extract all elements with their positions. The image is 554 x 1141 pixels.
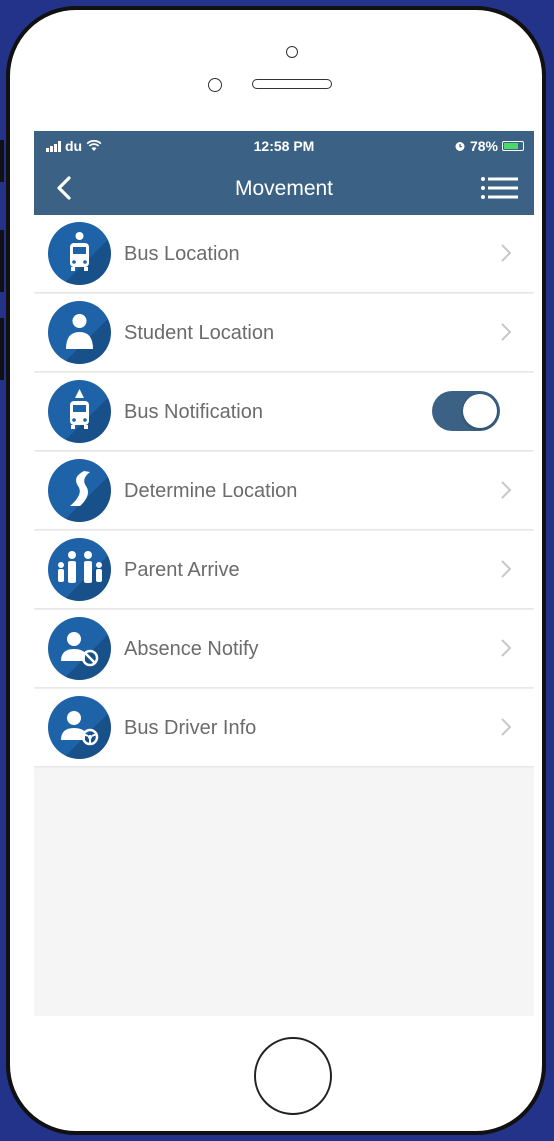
family-icon [48,538,111,601]
bus-alert-icon [48,380,111,443]
chevron-right-icon [501,244,512,262]
road-icon [48,459,111,522]
battery-percent: 78% [469,138,498,154]
menu-item-label: Student Location [124,322,275,344]
bus-notification-toggle[interactable] [432,391,500,431]
menu-item-label: Bus Driver Info [124,717,257,739]
menu-item-student-location[interactable]: Student Location [34,294,534,371]
movement-menu-list: Bus Location Student Location Bus Notifi… [34,215,534,768]
home-button[interactable] [254,1037,332,1115]
chevron-right-icon [501,323,512,341]
status-bar: du 12:58 PM 78% [34,131,534,161]
volume-up-button [0,230,4,292]
chevron-right-icon [501,481,512,499]
navigation-bar: Movement [34,161,534,215]
menu-item-label: Bus Notification [124,401,263,423]
menu-item-label: Parent Arrive [124,559,240,581]
app-screen: du 12:58 PM 78% Movement Bus Location St… [34,131,534,1016]
mute-switch [0,140,4,182]
proximity-sensor [208,78,222,92]
menu-item-bus-notification: Bus Notification [34,373,534,450]
menu-item-bus-location[interactable]: Bus Location [34,215,534,292]
menu-item-absence-notify[interactable]: Absence Notify [34,610,534,687]
chevron-right-icon [501,560,512,578]
bus-pin-icon [48,222,111,285]
chevron-right-icon [501,718,512,736]
menu-item-label: Determine Location [124,480,298,502]
front-camera [286,46,298,58]
driver-icon [48,696,111,759]
menu-list-icon[interactable] [480,175,518,201]
page-title: Movement [234,177,334,200]
chevron-right-icon [501,639,512,657]
menu-item-bus-driver-info[interactable]: Bus Driver Info [34,689,534,766]
user-blocked-icon [48,617,111,680]
alarm-icon [455,142,465,151]
student-icon [48,301,111,364]
volume-down-button [0,318,4,380]
earpiece-speaker [252,79,332,89]
battery-icon [502,141,524,151]
menu-item-label: Bus Location [124,243,240,265]
menu-item-determine-location[interactable]: Determine Location [34,452,534,529]
menu-item-label: Absence Notify [124,638,259,660]
menu-item-parent-arrive[interactable]: Parent Arrive [34,531,534,608]
